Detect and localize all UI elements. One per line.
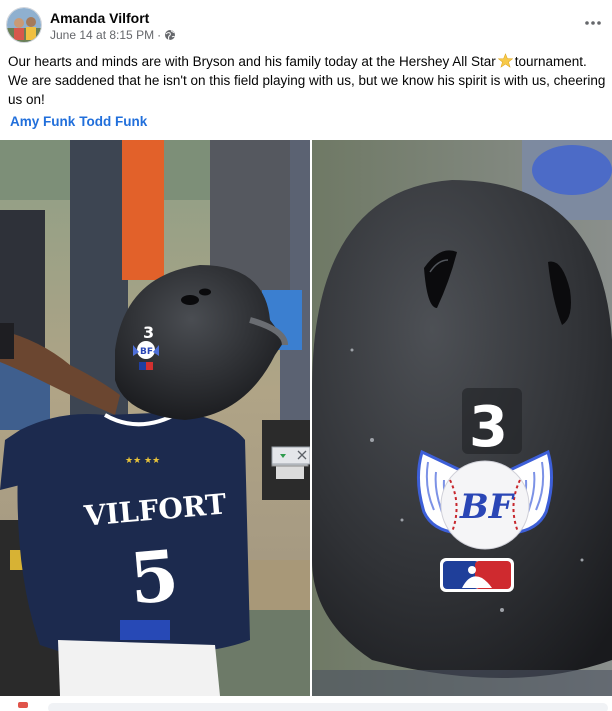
post-text-part1: Our hearts and minds are with Bryson and…: [8, 54, 496, 69]
tagged-people: Amy Funk Todd Funk: [10, 114, 151, 129]
helmet-number: 3: [143, 323, 154, 342]
svg-text:★★ ★★: ★★ ★★: [125, 456, 160, 466]
post-text: Our hearts and minds are with Bryson and…: [8, 52, 608, 109]
star-emoji: [497, 53, 513, 68]
helmet-sticker-text: BF: [459, 487, 516, 527]
post-date[interactable]: June 14 at 8:15 PM: [50, 28, 154, 42]
more-options-button[interactable]: [580, 10, 606, 36]
helmet-sticker-text: BF: [140, 347, 153, 357]
photo-helmet-closeup[interactable]: 3 BF: [312, 140, 612, 696]
post-header: Amanda Vilfort June 14 at 8:15 PM ·: [0, 0, 612, 48]
post-meta: June 14 at 8:15 PM ·: [50, 28, 176, 42]
author-name[interactable]: Amanda Vilfort: [50, 10, 149, 26]
comment-input[interactable]: [48, 703, 608, 711]
photo-player-back[interactable]: ★★ ★★ VILFORT 5 3 BF: [0, 140, 310, 696]
reaction-icon[interactable]: [18, 702, 28, 708]
comment-bar: [0, 698, 612, 711]
author-avatar[interactable]: [6, 7, 42, 43]
embedded-ad-icon: [271, 446, 310, 465]
mlb-logo-icon: [440, 558, 514, 592]
helmet-number: 3: [469, 395, 508, 460]
globe-icon[interactable]: [164, 29, 176, 41]
jersey-number: 5: [126, 534, 182, 621]
ellipsis-icon: [585, 21, 601, 25]
meta-separator: ·: [157, 28, 162, 42]
tag-link[interactable]: Todd Funk: [79, 114, 147, 129]
tag-link[interactable]: Amy Funk: [10, 114, 75, 129]
